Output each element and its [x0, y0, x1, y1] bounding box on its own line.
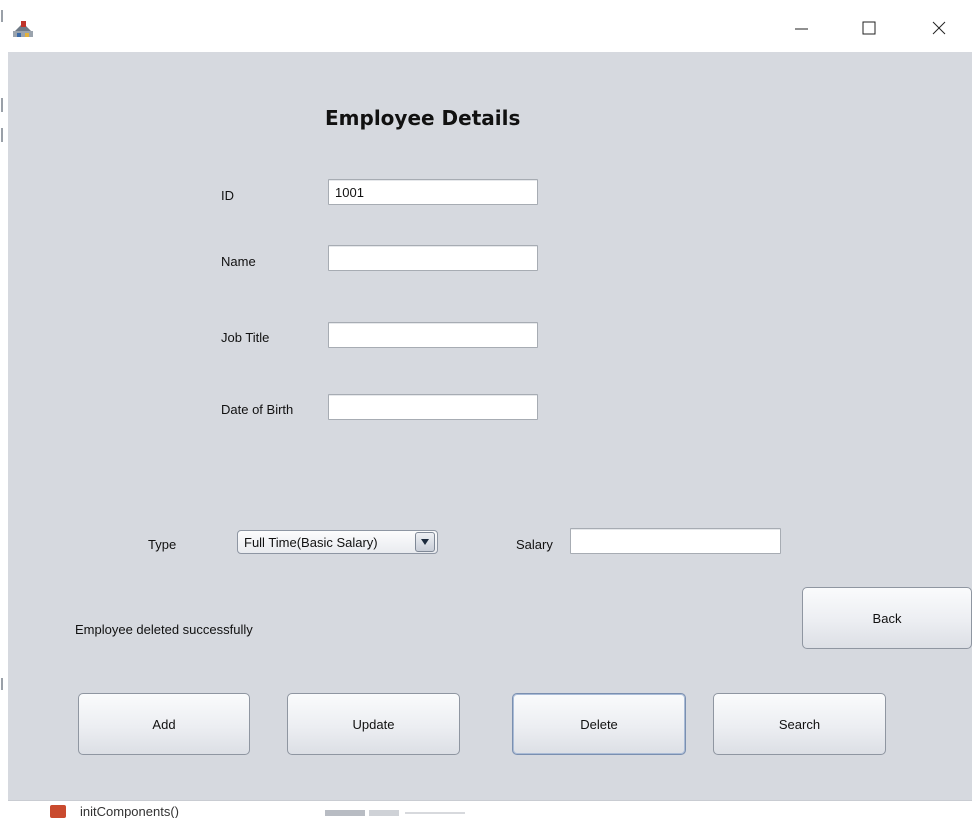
salary-field[interactable]	[570, 528, 781, 554]
add-button[interactable]: Add	[78, 693, 250, 755]
edge-mark	[1, 98, 3, 112]
background-edge	[0, 0, 8, 820]
type-label: Type	[148, 537, 177, 552]
salary-label: Salary	[516, 537, 553, 552]
dob-label: Date of Birth	[221, 402, 294, 417]
back-button[interactable]: Back	[802, 587, 972, 649]
maximize-button[interactable]	[843, 8, 895, 48]
job-title-field[interactable]	[328, 322, 538, 348]
type-select[interactable]: Full Time(Basic Salary)	[237, 530, 438, 554]
dropdown-arrow-icon[interactable]	[415, 532, 435, 552]
background-taskbar-item: initComponents()	[50, 804, 240, 818]
type-select-value: Full Time(Basic Salary)	[244, 534, 378, 550]
maximize-icon	[862, 21, 876, 35]
close-button[interactable]	[913, 8, 965, 48]
edge-mark	[1, 678, 3, 690]
search-button[interactable]: Search	[713, 693, 886, 755]
name-label: Name	[221, 254, 256, 269]
id-label: ID	[221, 188, 234, 203]
update-button[interactable]: Update	[287, 693, 460, 755]
close-icon	[932, 21, 946, 35]
minimize-button[interactable]	[775, 8, 827, 48]
status-message: Employee deleted successfully	[75, 622, 253, 637]
form-title: Employee Details	[325, 106, 521, 130]
title-bar[interactable]	[8, 0, 972, 52]
name-field[interactable]	[328, 245, 538, 271]
background-taskbar-text: initComponents()	[80, 804, 179, 818]
edge-mark	[1, 10, 3, 22]
java-app-icon	[10, 18, 36, 40]
dob-field[interactable]	[328, 394, 538, 420]
delete-button[interactable]: Delete	[512, 693, 686, 755]
minimize-icon	[795, 28, 808, 30]
edge-mark	[1, 128, 3, 142]
id-field[interactable]	[328, 179, 538, 205]
divider	[8, 800, 972, 801]
job-title-label: Job Title	[221, 330, 270, 345]
code-icon	[50, 805, 66, 818]
background-scrollbar	[325, 806, 485, 816]
